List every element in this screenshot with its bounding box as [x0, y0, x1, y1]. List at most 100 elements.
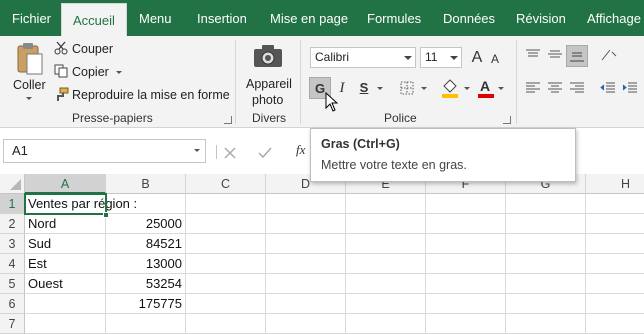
- empty-cell[interactable]: [426, 214, 506, 234]
- empty-cell[interactable]: [186, 194, 266, 214]
- tab-review[interactable]: Révision: [516, 0, 566, 36]
- font-color-dropdown-icon[interactable]: [498, 87, 504, 90]
- cell-a6[interactable]: [25, 294, 106, 314]
- camera-button-line2[interactable]: photo: [252, 93, 283, 107]
- paste-button[interactable]: Coller: [13, 78, 46, 92]
- empty-cell[interactable]: [266, 294, 346, 314]
- empty-cell[interactable]: [426, 234, 506, 254]
- paste-icon[interactable]: [16, 42, 44, 81]
- cell-a1[interactable]: Ventes par région :: [25, 194, 137, 214]
- tab-data[interactable]: Données: [443, 0, 495, 36]
- tab-formulas[interactable]: Formules: [367, 0, 421, 36]
- align-right-icon[interactable]: [569, 81, 585, 100]
- cancel-icon[interactable]: [224, 146, 236, 164]
- empty-cell[interactable]: [186, 214, 266, 234]
- empty-cell[interactable]: [586, 234, 644, 254]
- empty-cell[interactable]: [266, 214, 346, 234]
- empty-cell[interactable]: [506, 314, 586, 334]
- row-header[interactable]: 6: [0, 294, 25, 314]
- underline-button[interactable]: S: [353, 77, 375, 99]
- fill-handle[interactable]: [103, 212, 109, 218]
- empty-cell[interactable]: [586, 214, 644, 234]
- fill-color-dropdown-icon[interactable]: [464, 87, 470, 90]
- tab-home[interactable]: Accueil: [61, 3, 127, 36]
- empty-cell[interactable]: [186, 314, 266, 334]
- paste-dropdown-icon[interactable]: [26, 97, 32, 100]
- row-header[interactable]: 4: [0, 254, 25, 274]
- align-center-icon[interactable]: [547, 81, 563, 100]
- align-top-icon[interactable]: [525, 48, 541, 66]
- empty-cell[interactable]: [346, 194, 426, 214]
- align-bottom-icon[interactable]: [566, 45, 588, 67]
- orientation-icon[interactable]: [600, 48, 618, 67]
- underline-dropdown-icon[interactable]: [377, 87, 383, 90]
- tab-insert[interactable]: Insertion: [197, 0, 247, 36]
- empty-cell[interactable]: [346, 234, 426, 254]
- empty-cell[interactable]: [346, 274, 426, 294]
- row-header[interactable]: 2: [0, 214, 25, 234]
- empty-cell[interactable]: [586, 294, 644, 314]
- camera-icon[interactable]: [253, 44, 283, 73]
- empty-cell[interactable]: [106, 314, 186, 334]
- column-header-h[interactable]: H: [586, 174, 644, 194]
- name-box[interactable]: A1: [3, 139, 206, 163]
- empty-cell[interactable]: [586, 194, 644, 214]
- borders-icon[interactable]: [400, 81, 414, 100]
- clipboard-launcher-icon[interactable]: [224, 116, 232, 124]
- empty-cell[interactable]: [346, 214, 426, 234]
- cell-a3[interactable]: Sud: [25, 234, 106, 254]
- cell-a4[interactable]: Est: [25, 254, 106, 274]
- empty-cell[interactable]: [586, 254, 644, 274]
- empty-cell[interactable]: [506, 214, 586, 234]
- empty-cell[interactable]: [426, 254, 506, 274]
- align-middle-icon[interactable]: [547, 48, 563, 67]
- cell-b2[interactable]: 25000: [106, 214, 186, 234]
- cell-b5[interactable]: 53254: [106, 274, 186, 294]
- empty-cell[interactable]: [266, 274, 346, 294]
- tab-menu[interactable]: Menu: [139, 0, 172, 36]
- empty-cell[interactable]: [186, 274, 266, 294]
- decrease-font-icon[interactable]: A: [484, 48, 506, 70]
- tab-page-layout[interactable]: Mise en page: [270, 0, 348, 36]
- empty-cell[interactable]: [25, 314, 106, 334]
- row-header[interactable]: 5: [0, 274, 25, 294]
- cell-b3[interactable]: 84521: [106, 234, 186, 254]
- empty-cell[interactable]: [186, 294, 266, 314]
- align-left-icon[interactable]: [525, 81, 541, 100]
- increase-indent-icon[interactable]: [622, 81, 638, 100]
- borders-dropdown-icon[interactable]: [421, 87, 427, 90]
- empty-cell[interactable]: [186, 254, 266, 274]
- empty-cell[interactable]: [506, 234, 586, 254]
- empty-cell[interactable]: [426, 294, 506, 314]
- insert-function-icon[interactable]: fx: [296, 142, 305, 158]
- font-launcher-icon[interactable]: [503, 116, 511, 124]
- cell-a2[interactable]: Nord: [25, 214, 106, 234]
- enter-icon[interactable]: [258, 146, 272, 164]
- cell-b6[interactable]: 175775: [106, 294, 186, 314]
- empty-cell[interactable]: [506, 274, 586, 294]
- font-color-icon[interactable]: A: [477, 78, 495, 103]
- tab-file[interactable]: Fichier: [12, 0, 51, 36]
- name-box-dropdown-icon[interactable]: [194, 149, 200, 152]
- empty-cell[interactable]: [346, 254, 426, 274]
- fill-color-icon[interactable]: [441, 78, 459, 103]
- column-header-c[interactable]: C: [186, 174, 266, 194]
- empty-cell[interactable]: [426, 194, 506, 214]
- empty-cell[interactable]: [186, 234, 266, 254]
- font-name-select[interactable]: Calibri: [310, 47, 416, 68]
- empty-cell[interactable]: [426, 274, 506, 294]
- empty-cell[interactable]: [506, 294, 586, 314]
- empty-cell[interactable]: [586, 314, 644, 334]
- empty-cell[interactable]: [266, 314, 346, 334]
- empty-cell[interactable]: [586, 274, 644, 294]
- row-header[interactable]: 3: [0, 234, 25, 254]
- column-header-b[interactable]: B: [106, 174, 186, 194]
- empty-cell[interactable]: [506, 254, 586, 274]
- cell-b4[interactable]: 13000: [106, 254, 186, 274]
- empty-cell[interactable]: [266, 254, 346, 274]
- empty-cell[interactable]: [266, 194, 346, 214]
- copy-button[interactable]: Copier: [72, 65, 109, 79]
- camera-button-line1[interactable]: Appareil: [246, 77, 292, 91]
- select-all-button[interactable]: [0, 174, 25, 194]
- row-header[interactable]: 1: [0, 194, 25, 214]
